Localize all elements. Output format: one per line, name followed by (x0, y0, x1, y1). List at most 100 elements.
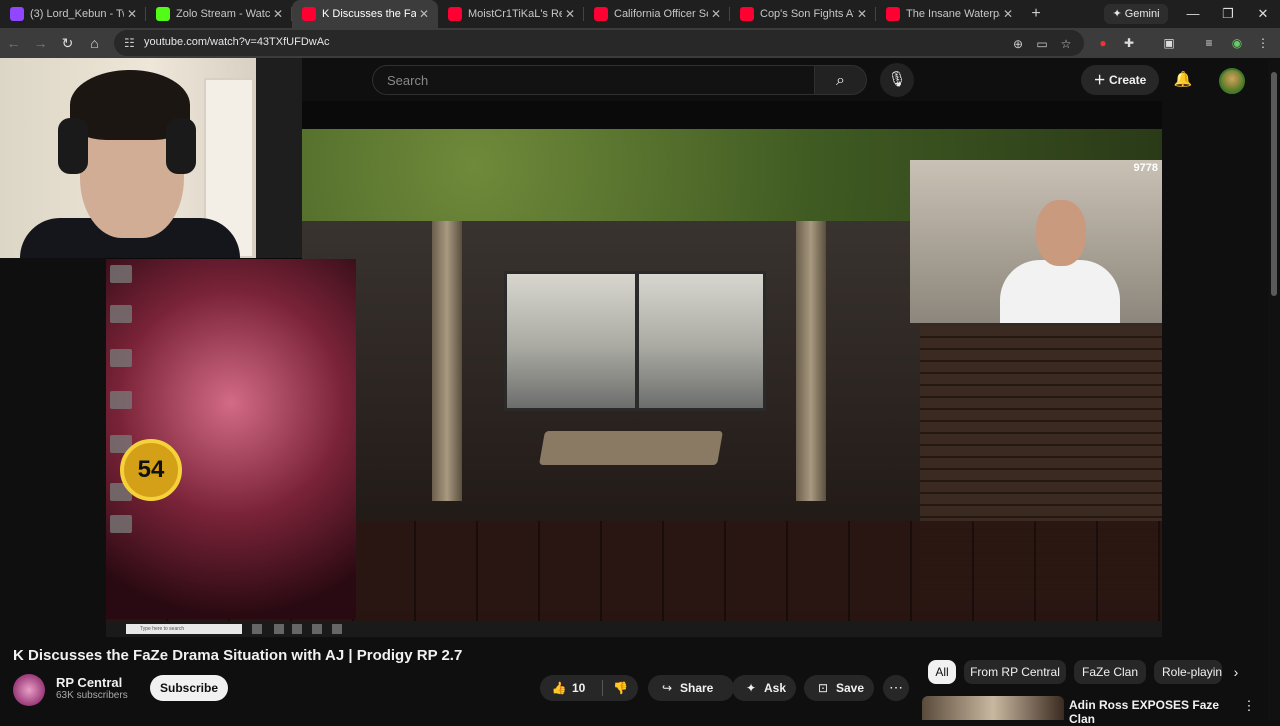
level-badge: 54 (120, 439, 182, 501)
url-text: youtube.com/watch?v=43TXfUFDwAc (144, 36, 330, 48)
browser-tab[interactable]: Zolo Stream - Watch Live ✕ (146, 0, 292, 28)
media-icon[interactable]: ≡ (1200, 34, 1218, 52)
search-button[interactable]: ⌕ (815, 65, 867, 95)
zoom-icon[interactable]: ⊕ (1010, 36, 1026, 52)
browser-tab[interactable]: Cop's Son Fights After ✕ (730, 0, 876, 28)
chip-all[interactable]: All (928, 660, 956, 684)
like-button[interactable]: 👍 10 (540, 675, 602, 701)
like-count: 10 (572, 681, 586, 695)
search-input[interactable]: Search (372, 65, 815, 95)
taskbar-icon (312, 624, 322, 634)
subscriber-count: 63K subscribers (56, 690, 128, 701)
back-icon[interactable]: ← (0, 30, 27, 56)
forward-icon[interactable]: → (27, 30, 54, 56)
notifications-bell-icon[interactable]: 🔔 (1171, 68, 1195, 92)
youtube-icon (594, 7, 608, 21)
search-placeholder: Search (387, 73, 429, 88)
tab-title: MoistCr1TiKaL's Reaction (468, 8, 562, 20)
channel-avatar[interactable] (13, 674, 45, 706)
browser-tab[interactable]: (3) Lord_Kebun - Twitch ✕ (0, 0, 146, 28)
microphone-icon: 🎙 (887, 71, 907, 88)
cast-icon[interactable]: ▭ (1034, 36, 1050, 52)
create-button[interactable]: ＋ Create (1081, 65, 1159, 95)
extensions-puzzle-icon[interactable]: ✚ (1120, 34, 1138, 52)
dislike-button[interactable]: 👎 (603, 675, 638, 701)
scrollbar-thumb[interactable] (1271, 72, 1277, 296)
close-tab-icon[interactable]: ✕ (708, 6, 724, 22)
desktop-icon (110, 515, 132, 533)
thumbs-down-icon: 👎 (613, 681, 628, 695)
subscribe-button[interactable]: Subscribe (150, 675, 228, 701)
youtube-icon (886, 7, 900, 21)
more-actions-icon[interactable]: ⋯ (883, 675, 909, 701)
video-frame-window (504, 271, 766, 411)
tab-title: Cop's Son Fights After (760, 8, 854, 20)
chip-faze-clan[interactable]: FaZe Clan (1074, 660, 1146, 684)
streamer-head (1036, 200, 1086, 266)
streamer-webcam-overlay: 9778 (910, 160, 1162, 323)
desktop-icon (110, 305, 132, 323)
chip-from-rp-central[interactable]: From RP Central (964, 660, 1066, 684)
chevron-right-icon[interactable]: › (1226, 660, 1246, 684)
sparkle-icon: ✦ (745, 681, 757, 695)
twitch-icon (10, 7, 24, 21)
sidebar-icon[interactable]: ▣ (1160, 34, 1178, 52)
tab-title: California Officer Scream (614, 8, 708, 20)
video-frame-rug (539, 431, 723, 465)
close-tab-icon[interactable]: ✕ (854, 6, 870, 22)
voice-search-button[interactable]: 🎙 (880, 63, 914, 97)
new-tab-button[interactable]: + (1022, 0, 1050, 28)
page-scrollbar[interactable] (1268, 60, 1280, 720)
close-tab-icon[interactable]: ✕ (562, 6, 578, 22)
home-icon[interactable]: ⌂ (81, 30, 108, 56)
gemini-button[interactable]: ✦ Gemini (1104, 4, 1168, 24)
save-button[interactable]: ⊡ Save (804, 675, 874, 701)
account-avatar[interactable] (1219, 68, 1245, 94)
taskbar-search: Type here to search (126, 624, 242, 634)
site-settings-icon[interactable]: ☷ (124, 36, 138, 50)
viewer-count: 9778 (1133, 162, 1158, 174)
ask-button[interactable]: ✦ Ask (732, 675, 796, 701)
share-icon: ↪ (661, 681, 673, 695)
tab-title: Zolo Stream - Watch Live (176, 8, 270, 20)
tab-strip: (3) Lord_Kebun - Twitch ✕ Zolo Stream - … (0, 0, 1280, 28)
extension-icon[interactable]: ● (1094, 34, 1112, 52)
close-tab-icon[interactable]: ✕ (124, 6, 140, 22)
tab-title: (3) Lord_Kebun - Twitch (30, 8, 124, 20)
search-icon: ⌕ (836, 72, 845, 89)
close-window-icon[interactable]: ✕ (1246, 0, 1280, 28)
share-button[interactable]: ↪ Share (648, 675, 734, 701)
channel-name[interactable]: RP Central (56, 675, 122, 690)
reload-icon[interactable]: ↻ (54, 30, 81, 56)
taskbar-icon (292, 624, 302, 634)
browser-tab[interactable]: MoistCr1TiKaL's Reaction ✕ (438, 0, 584, 28)
viewer-webcam-overlay (0, 58, 302, 258)
create-label: Create (1108, 73, 1147, 87)
address-bar[interactable]: ☷ youtube.com/watch?v=43TXfUFDwAc ⊕ ▭ ☆ (114, 30, 1084, 56)
minimize-icon[interactable]: — (1176, 0, 1210, 28)
browser-tab[interactable]: The Insane Waterpark ✕ (876, 0, 1022, 28)
recommendation-title[interactable]: Adin Ross EXPOSES Faze Clan (1069, 698, 1239, 726)
recommendation-thumbnail[interactable] (922, 696, 1064, 720)
browser-menu-icon[interactable]: ⋮ (1254, 34, 1272, 52)
taskbar-icon (252, 624, 262, 634)
desktop-icon (110, 349, 132, 367)
bookmark-icon: ⊡ (817, 681, 829, 695)
close-tab-icon[interactable]: ✕ (1000, 6, 1016, 22)
browser-tab-active[interactable]: K Discusses the FaZe Drama ✕ (292, 0, 438, 28)
close-tab-icon[interactable]: ✕ (270, 6, 286, 22)
recommendation-menu-icon[interactable]: ⋮ (1242, 698, 1256, 714)
browser-tab[interactable]: California Officer Scream ✕ (584, 0, 730, 28)
taskbar-icon (274, 624, 284, 634)
sparkle-icon: ✦ (1112, 8, 1125, 20)
profile-icon[interactable]: ◉ (1228, 34, 1246, 52)
gemini-label: Gemini (1124, 8, 1160, 20)
headphones-icon (166, 118, 196, 174)
thumbs-up-icon: 👍 (551, 681, 567, 695)
bookmark-star-icon[interactable]: ☆ (1058, 36, 1074, 52)
close-tab-icon[interactable]: ✕ (416, 6, 432, 22)
chip-role-playing-games[interactable]: Role-playing games (1154, 660, 1222, 684)
restore-icon[interactable]: ❐ (1211, 0, 1245, 28)
youtube-icon (302, 7, 316, 21)
ask-label: Ask (764, 681, 787, 695)
